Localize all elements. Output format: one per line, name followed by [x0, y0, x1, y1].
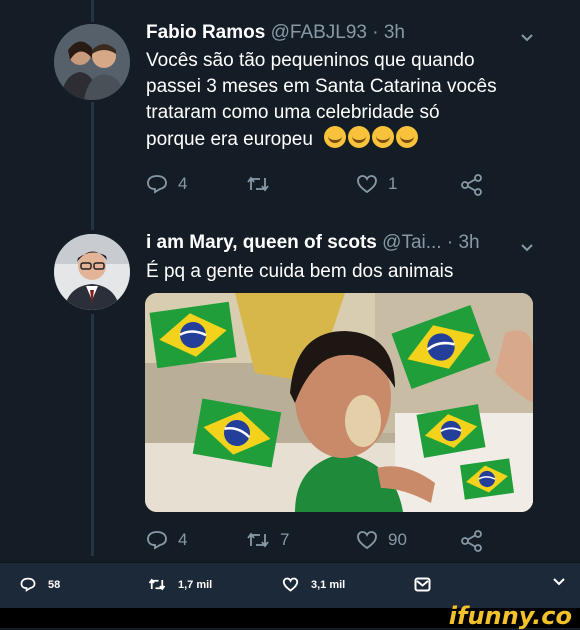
tweet1-text-line: passei 3 meses em Santa Catarina vocês: [146, 76, 497, 97]
tweet1-reply-button[interactable]: 4: [146, 174, 187, 194]
joy-emoji-icon: [372, 126, 395, 148]
heart-icon: [357, 175, 377, 194]
tweet2-actions: 4 7 90: [0, 528, 580, 558]
main-retweet-button[interactable]: 1,7 mil: [148, 577, 212, 592]
main-reply-count: 58: [48, 578, 61, 591]
tweet2-like-count: 90: [388, 530, 407, 549]
main-retweet-count: 1,7 mil: [178, 578, 213, 591]
tweet1-share-button[interactable]: [460, 174, 484, 196]
main-like-button[interactable]: 3,1 mil: [282, 577, 345, 592]
tweet2-media-image[interactable]: [145, 293, 533, 512]
tweet1-text-line: porque era europeu: [146, 129, 313, 150]
tweet2-handle-time[interactable]: @Tai... · 3h: [382, 232, 479, 253]
avatar-mary-queen-of-scots[interactable]: [54, 234, 130, 310]
tweet1-text-line-last: porque era europeu: [146, 126, 566, 153]
main-like-count: 3,1 mil: [311, 578, 346, 591]
heart-icon: [357, 531, 377, 550]
watermark-strip: ifunny.co: [0, 602, 580, 630]
heart-icon: [282, 577, 299, 592]
share-icon: [461, 174, 482, 196]
retweet-icon: [247, 176, 269, 192]
tweet1-handle-time[interactable]: @FABJL93 · 3h: [271, 22, 405, 43]
tweet2-chevron-down-icon[interactable]: [520, 240, 534, 256]
tweet1-chevron-down-icon[interactable]: [520, 30, 534, 46]
joy-emoji-icon: [324, 126, 347, 148]
thread-line-top: [91, 0, 94, 22]
thread-line-middle: [91, 102, 94, 230]
reply-icon: [147, 175, 167, 194]
avatar-fabio-ramos[interactable]: [54, 24, 130, 100]
ifunny-logo: ifunny.co: [448, 602, 572, 630]
tweet1-reply-count: 4: [178, 174, 188, 193]
thread-line-bottom: [91, 314, 94, 556]
reply-icon: [147, 531, 167, 550]
tweet1-like-count: 1: [388, 174, 398, 193]
joy-emoji-icon: [396, 126, 419, 148]
tweet1-actions: 4 1: [0, 172, 580, 202]
tweet2-retweet-button[interactable]: 7: [246, 530, 289, 550]
tweet2-retweet-count: 7: [280, 530, 290, 549]
tweet2-reply-button[interactable]: 4: [146, 530, 187, 550]
main-more-button[interactable]: [552, 577, 566, 587]
tweet1-header: Fabio Ramos @FABJL93 · 3h: [146, 22, 405, 44]
tweet1-like-button[interactable]: 1: [356, 174, 397, 194]
retweet-icon: [148, 578, 166, 591]
joy-emoji-icon: [348, 126, 371, 148]
tweet2-share-button[interactable]: [460, 530, 484, 552]
envelope-icon: [414, 577, 431, 592]
main-message-button[interactable]: [414, 577, 431, 592]
tweet2-like-button[interactable]: 90: [356, 530, 407, 550]
tweet1-author-name[interactable]: Fabio Ramos: [146, 22, 265, 43]
tweet1-text: Vocês são tão pequeninos que quando pass…: [146, 48, 566, 153]
tweet1-retweet-button[interactable]: [246, 174, 280, 194]
tweet2-reply-count: 4: [178, 530, 188, 549]
tweet2-author-name[interactable]: i am Mary, queen of scots: [146, 232, 377, 253]
chevron-down-icon: [553, 578, 565, 586]
tweet1-text-line: trataram como uma celebridade só: [146, 102, 440, 123]
share-icon: [461, 530, 482, 552]
retweet-icon: [247, 532, 269, 548]
tweet1-text-line: Vocês são tão pequeninos que quando: [146, 50, 475, 71]
tweet2-header: i am Mary, queen of scots @Tai... · 3h: [146, 232, 480, 254]
main-reply-button[interactable]: 58: [20, 577, 60, 592]
tweet2-text: É pq a gente cuida bem dos animais: [146, 261, 454, 282]
reply-icon: [20, 577, 36, 592]
